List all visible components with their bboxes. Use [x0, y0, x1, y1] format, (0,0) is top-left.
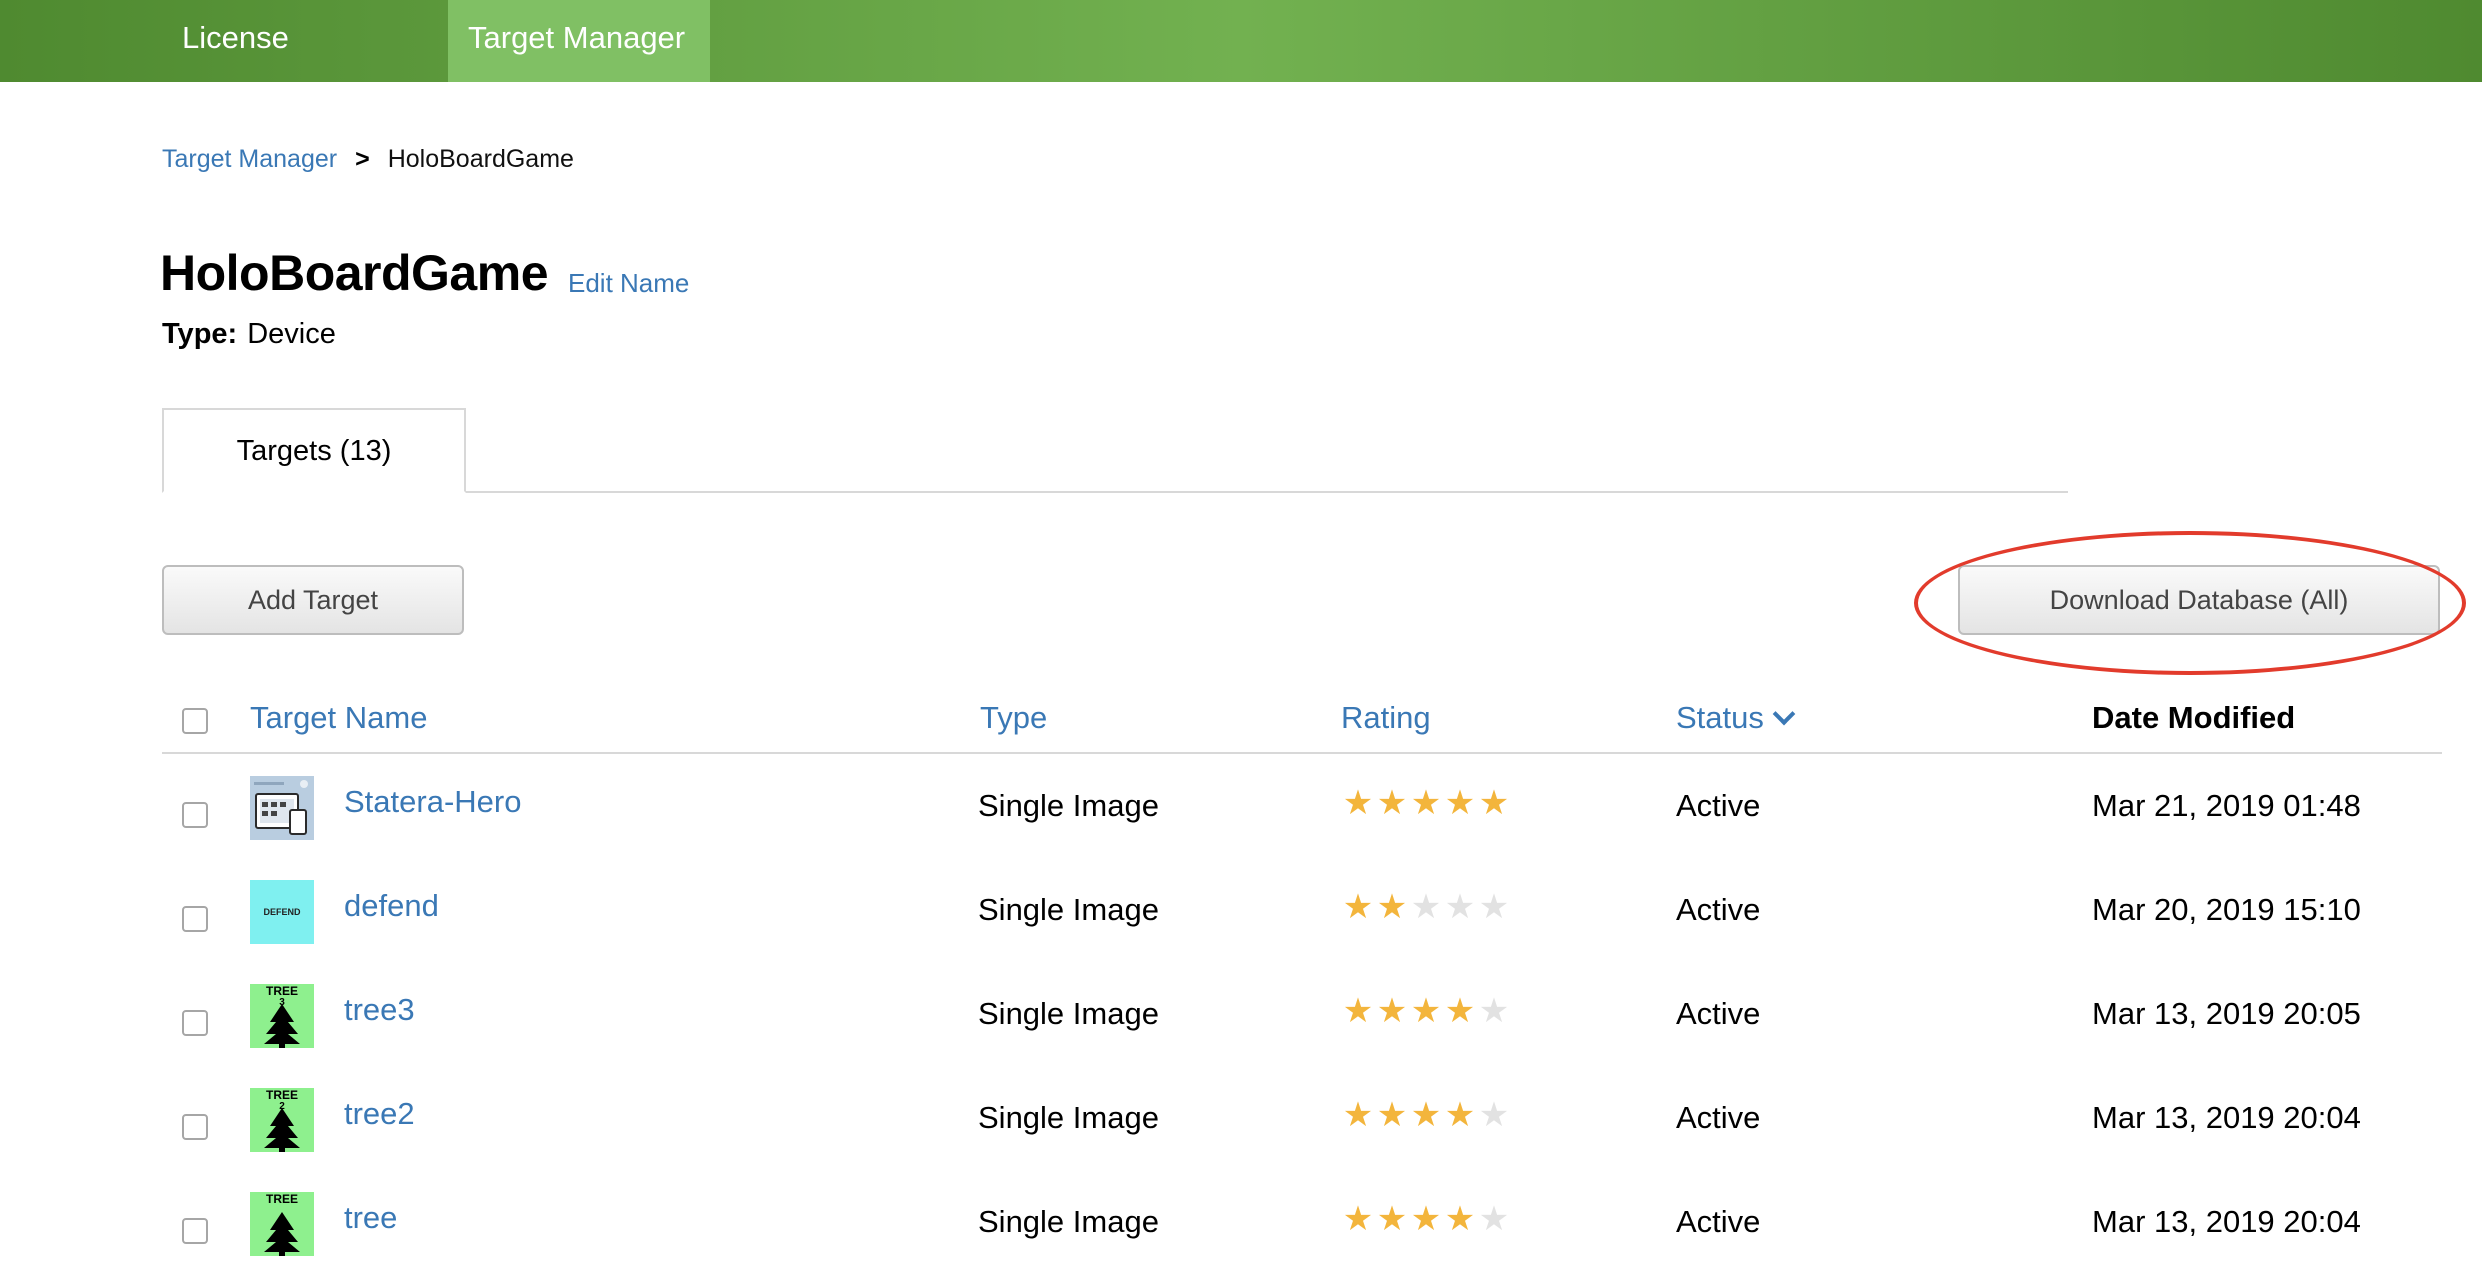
star-icon: ★ — [1342, 1199, 1374, 1239]
svg-text:TREE: TREE — [266, 984, 298, 998]
target-type: Single Image — [978, 1204, 1159, 1239]
svg-text:TREE: TREE — [266, 1192, 298, 1206]
star-icon: ★ — [1410, 1199, 1442, 1239]
target-thumbnail: DEFEND — [250, 880, 314, 944]
star-icon: ★ — [1376, 1199, 1408, 1239]
breadcrumb: Target Manager > HoloBoardGame — [162, 145, 574, 174]
type-label: Type: — [162, 318, 238, 350]
target-thumbnail: TREE 2 — [250, 1088, 314, 1152]
target-status: Active — [1676, 788, 1761, 823]
star-icon: ★ — [1444, 1095, 1476, 1135]
table-row: TREE 3 tree3 Single Image ★ ★ ★ ★ ★ Active Mar 13,… — [162, 962, 2442, 1066]
column-status[interactable]: Status — [1676, 700, 1796, 736]
star-icon: ★ — [1410, 887, 1442, 927]
table-row: DEFEND defend Single Image ★ ★ ★ ★ ★ Active Mar 2… — [162, 858, 2442, 962]
target-date-modified: Mar 21, 2019 01:48 — [2092, 788, 2361, 823]
target-name-link[interactable]: tree — [344, 1200, 397, 1236]
breadcrumb-separator: > — [355, 145, 370, 173]
table-body: Statera-Hero Single Image ★ ★ ★ ★ ★ Active Mar 2… — [162, 754, 2442, 1274]
table-header: Target Name Type Rating Status Date Modi… — [162, 690, 2442, 754]
rating-stars: ★ ★ ★ ★ ★ — [1341, 1202, 1511, 1236]
target-name-link[interactable]: tree2 — [344, 1096, 415, 1132]
star-icon: ★ — [1342, 783, 1374, 823]
star-icon: ★ — [1410, 1095, 1442, 1135]
star-icon: ★ — [1444, 887, 1476, 927]
target-name-link[interactable]: defend — [344, 888, 439, 924]
star-icon: ★ — [1478, 1199, 1510, 1239]
rating-stars: ★ ★ ★ ★ ★ — [1341, 1098, 1511, 1132]
target-thumbnail — [250, 776, 314, 840]
target-name-link[interactable]: tree3 — [344, 992, 415, 1028]
star-icon: ★ — [1444, 991, 1476, 1031]
row-checkbox[interactable] — [182, 802, 208, 828]
table-row: TREE 2 tree2 Single Image ★ ★ ★ ★ ★ Active Mar 13,… — [162, 1066, 2442, 1170]
star-icon: ★ — [1478, 991, 1510, 1031]
add-target-button[interactable]: Add Target — [162, 565, 464, 635]
tree-thumbnail-image: TREE3 — [250, 984, 314, 1048]
target-status: Active — [1676, 1100, 1761, 1135]
select-all-checkbox[interactable] — [182, 708, 208, 734]
target-status: Active — [1676, 1204, 1761, 1239]
tree-thumbnail-image: TREE — [250, 1192, 314, 1256]
star-icon: ★ — [1410, 783, 1442, 823]
targets-table: Target Name Type Rating Status Date Modi… — [162, 690, 2442, 1274]
tree-thumbnail-image: TREE2 — [250, 1088, 314, 1152]
target-thumbnail: TREE — [250, 1192, 314, 1256]
database-type: Type: Device — [162, 318, 336, 351]
nav-target-manager[interactable]: Target Manager — [448, 0, 710, 82]
star-icon: ★ — [1376, 1095, 1408, 1135]
target-date-modified: Mar 13, 2019 20:04 — [2092, 1100, 2361, 1135]
rating-stars: ★ ★ ★ ★ ★ — [1341, 994, 1511, 1028]
thumbnail-label: DEFEND — [263, 907, 301, 917]
row-checkbox[interactable] — [182, 1114, 208, 1140]
column-type[interactable]: Type — [980, 700, 1047, 736]
edit-name-link[interactable]: Edit Name — [568, 268, 689, 299]
target-date-modified: Mar 13, 2019 20:04 — [2092, 1204, 2361, 1239]
star-icon: ★ — [1342, 1095, 1374, 1135]
star-icon: ★ — [1342, 887, 1374, 927]
chevron-down-icon — [1772, 702, 1796, 726]
target-thumbnail: TREE 3 — [250, 984, 314, 1048]
star-icon: ★ — [1376, 991, 1408, 1031]
rating-stars: ★ ★ ★ ★ ★ — [1341, 786, 1511, 820]
tab-targets[interactable]: Targets (13) — [162, 408, 466, 493]
nav-license-manager[interactable]: License Manager — [162, 0, 414, 131]
target-type: Single Image — [978, 788, 1159, 823]
column-status-label: Status — [1676, 700, 1764, 735]
row-checkbox[interactable] — [182, 1010, 208, 1036]
target-type: Single Image — [978, 1100, 1159, 1135]
star-icon: ★ — [1478, 783, 1510, 823]
breadcrumb-current: HoloBoardGame — [387, 145, 574, 173]
table-row: TREE tree Single Image ★ ★ ★ ★ ★ Active Mar 13, 2… — [162, 1170, 2442, 1274]
target-date-modified: Mar 20, 2019 15:10 — [2092, 892, 2361, 927]
star-icon: ★ — [1478, 887, 1510, 927]
star-icon: ★ — [1376, 887, 1408, 927]
hero-thumbnail-image — [250, 776, 314, 840]
target-type: Single Image — [978, 996, 1159, 1031]
target-status: Active — [1676, 996, 1761, 1031]
rating-stars: ★ ★ ★ ★ ★ — [1341, 890, 1511, 924]
star-icon: ★ — [1478, 1095, 1510, 1135]
star-icon: ★ — [1444, 1199, 1476, 1239]
column-rating[interactable]: Rating — [1341, 700, 1431, 736]
row-checkbox[interactable] — [182, 1218, 208, 1244]
top-nav-bar: License Manager Target Manager — [0, 0, 2482, 131]
target-type: Single Image — [978, 892, 1159, 927]
star-icon: ★ — [1410, 991, 1442, 1031]
target-date-modified: Mar 13, 2019 20:05 — [2092, 996, 2361, 1031]
row-checkbox[interactable] — [182, 906, 208, 932]
page-title: HoloBoardGame — [160, 245, 549, 301]
star-icon: ★ — [1342, 991, 1374, 1031]
type-value: Device — [247, 318, 336, 350]
download-database-button[interactable]: Download Database (All) — [1958, 565, 2440, 635]
target-status: Active — [1676, 892, 1761, 927]
column-date-modified: Date Modified — [2092, 700, 2296, 735]
star-icon: ★ — [1444, 783, 1476, 823]
column-target-name[interactable]: Target Name — [250, 700, 427, 736]
table-row: Statera-Hero Single Image ★ ★ ★ ★ ★ Active Mar 2… — [162, 754, 2442, 858]
target-name-link[interactable]: Statera-Hero — [344, 784, 521, 820]
star-icon: ★ — [1376, 783, 1408, 823]
breadcrumb-target-manager-link[interactable]: Target Manager — [162, 145, 337, 173]
svg-text:TREE: TREE — [266, 1088, 298, 1102]
